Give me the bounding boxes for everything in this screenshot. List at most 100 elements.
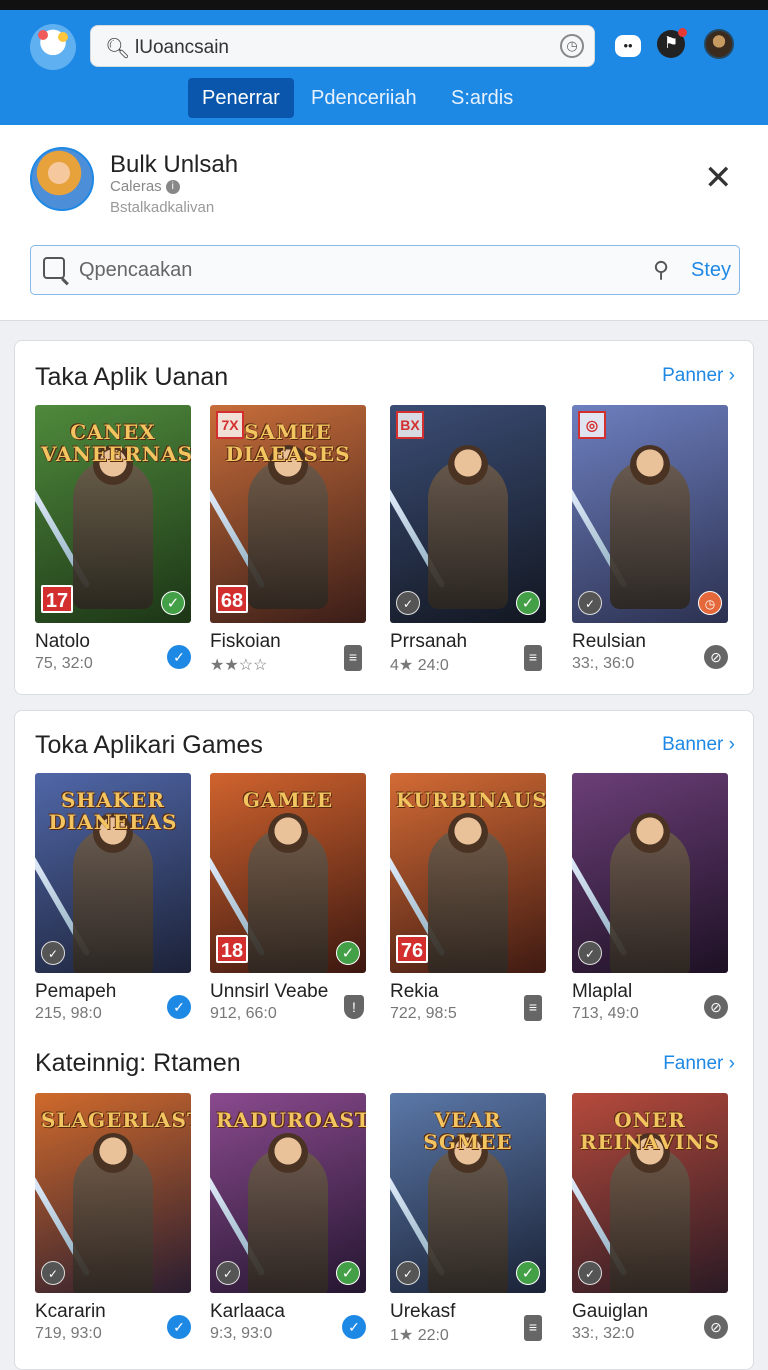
install-check-icon[interactable]: ✓ bbox=[167, 995, 191, 1019]
section-card: Taka Aplik Uanan Panner › CANEX VANEERNA… bbox=[14, 340, 754, 695]
filter-bar[interactable]: Qpencaakan ⚲ Stey bbox=[30, 245, 740, 295]
section-more-link[interactable]: Fanner › bbox=[663, 1053, 735, 1075]
link-icon: ✓ bbox=[396, 1261, 420, 1285]
status-icon: ◷ bbox=[698, 591, 722, 615]
section-more-link[interactable]: Panner › bbox=[662, 365, 735, 387]
link-icon: ✓ bbox=[578, 1261, 602, 1285]
app-meta: 4★ 24:0 bbox=[390, 657, 449, 674]
document-icon[interactable]: ≡ bbox=[524, 995, 542, 1021]
profile-avatar bbox=[30, 147, 94, 211]
install-check-icon[interactable]: ✓ bbox=[342, 1315, 366, 1339]
cover-title: SLAGERLAST bbox=[41, 1108, 191, 1132]
section-more-label: Banner bbox=[662, 734, 724, 755]
close-icon[interactable]: ✕ bbox=[704, 161, 733, 195]
cover-title: ONER REINAVINS bbox=[579, 1108, 721, 1154]
cover-title: VEAR SGMEE bbox=[423, 1108, 513, 1154]
app-name: Prrsanah bbox=[390, 631, 468, 652]
profile-subtitle: Caleras i bbox=[110, 178, 180, 195]
app-cover-image[interactable]: ONER REINAVINS ✓ bbox=[572, 1093, 728, 1293]
app-name: Gauiglan bbox=[572, 1301, 649, 1322]
history-icon[interactable]: ◷ bbox=[560, 34, 584, 58]
verified-icon: ✓ bbox=[336, 941, 360, 965]
magnifier-icon[interactable]: ⚲ bbox=[653, 257, 669, 283]
app-cover-image[interactable]: ◎ ✓ ◷ bbox=[572, 405, 728, 623]
app-cover-image[interactable]: RADUROAST ✓ ✓ bbox=[210, 1093, 366, 1293]
app-name: Unnsirl Veabe bbox=[210, 981, 329, 1002]
app-meta: 33:, 36:0 bbox=[572, 655, 635, 672]
section-more-label: Panner bbox=[662, 365, 724, 386]
cover-corner-badge: 7X bbox=[216, 411, 244, 439]
cover-title: SHAKER DIANEEAS bbox=[48, 788, 178, 834]
document-icon[interactable]: ≡ bbox=[524, 645, 542, 671]
notification-icon[interactable]: ⚑ bbox=[657, 28, 687, 58]
app-name: Rekia bbox=[390, 981, 439, 1002]
info-icon[interactable]: i bbox=[165, 180, 180, 195]
install-check-icon[interactable]: ✓ bbox=[167, 645, 191, 669]
cover-title: RADUROAST bbox=[216, 1108, 366, 1132]
profile-panel: Bulk Unlsah Caleras i Bstalkadkalivan ✕ Q… bbox=[0, 125, 768, 321]
app-name: Fiskoian bbox=[210, 631, 281, 652]
user-avatar[interactable] bbox=[704, 29, 734, 59]
search-input[interactable]: lUoancsain bbox=[135, 37, 229, 59]
app-meta: 75, 32:0 bbox=[35, 655, 93, 672]
link-icon: ✓ bbox=[41, 1261, 65, 1285]
app-cover-image[interactable]: BX ✓ ✓ bbox=[390, 405, 546, 623]
app-cover-image[interactable]: VEAR SGMEE ✓ ✓ bbox=[390, 1093, 546, 1293]
tab-pdenceriiah[interactable]: Pdenceriiah bbox=[297, 78, 431, 118]
link-icon: ✓ bbox=[41, 941, 65, 965]
app-name: Urekasf bbox=[390, 1301, 456, 1322]
status-bar bbox=[0, 0, 768, 10]
filter-button[interactable]: Stey bbox=[691, 259, 731, 282]
app-cover-image[interactable]: SHAKER DIANEEAS ✓ bbox=[35, 773, 191, 973]
app-logo[interactable] bbox=[30, 24, 76, 70]
app-cover-image[interactable]: KURBINAUS 76 bbox=[390, 773, 546, 973]
install-check-icon[interactable]: ✓ bbox=[167, 1315, 191, 1339]
app-name: Kcararin bbox=[35, 1301, 106, 1322]
search-bar[interactable]: 🔍︎ lUoancsain ◷ bbox=[90, 25, 595, 67]
app-cover-image[interactable]: SAMEE DIAEASES 7X 68 bbox=[210, 405, 366, 623]
document-icon[interactable]: ≡ bbox=[524, 1315, 542, 1341]
app-meta: 1★ 22:0 bbox=[390, 1327, 449, 1344]
tab-penerrar[interactable]: Penerrar bbox=[188, 78, 294, 118]
filter-search-icon bbox=[43, 257, 65, 279]
section-title: Toka Aplikari Games bbox=[35, 731, 263, 759]
tab-bar: Penerrar Pdenceriiah S:ardis bbox=[0, 78, 768, 118]
section-more-label: Fanner bbox=[663, 1053, 724, 1074]
blocked-icon[interactable]: ⊘ bbox=[704, 1315, 728, 1339]
document-icon[interactable]: ≡ bbox=[344, 645, 362, 671]
section-card: Toka Aplikari Games Banner › SHAKER DIAN… bbox=[14, 710, 754, 1370]
app-cover-image[interactable]: GAMEE 18 ✓ bbox=[210, 773, 366, 973]
app-meta: 33:, 32:0 bbox=[572, 1325, 635, 1342]
profile-subtitle-secondary: Bstalkadkalivan bbox=[110, 199, 215, 216]
app-meta: 719, 93:0 bbox=[35, 1325, 102, 1342]
app-cover-image[interactable]: SLAGERLAST ✓ bbox=[35, 1093, 191, 1293]
profile-subtitle-text: Caleras bbox=[110, 178, 162, 195]
verified-icon: ✓ bbox=[161, 591, 185, 615]
search-icon: 🔍︎ bbox=[105, 38, 131, 60]
app-name: Pemapeh bbox=[35, 981, 117, 1002]
link-icon: ✓ bbox=[396, 591, 420, 615]
app-meta: 722, 98:5 bbox=[390, 1005, 457, 1022]
filter-input[interactable]: Qpencaakan bbox=[79, 259, 192, 282]
shield-icon[interactable]: ! bbox=[344, 995, 364, 1019]
tab-sardis[interactable]: S:ardis bbox=[437, 78, 527, 118]
verified-icon: ✓ bbox=[516, 1261, 540, 1285]
app-cover-image[interactable]: ✓ bbox=[572, 773, 728, 973]
link-icon: ✓ bbox=[578, 591, 602, 615]
app-name: Mlaplal bbox=[572, 981, 633, 1002]
blocked-icon[interactable]: ⊘ bbox=[704, 645, 728, 669]
blocked-icon[interactable]: ⊘ bbox=[704, 995, 728, 1019]
section-title: Kateinnig: Rtamen bbox=[35, 1049, 241, 1077]
verified-icon: ✓ bbox=[336, 1261, 360, 1285]
cover-title: KURBINAUS bbox=[396, 788, 546, 812]
app-cover-image[interactable]: CANEX VANEERNAS 17 ✓ bbox=[35, 405, 191, 623]
link-icon: ✓ bbox=[216, 1261, 240, 1285]
app-meta: 713, 49:0 bbox=[572, 1005, 639, 1022]
cover-title: GAMEE bbox=[242, 788, 334, 812]
age-rating-badge: 17 bbox=[41, 585, 73, 613]
app-meta: 215, 98:0 bbox=[35, 1005, 102, 1022]
section-more-link[interactable]: Banner › bbox=[662, 734, 735, 756]
app-name: Reulsian bbox=[572, 631, 646, 652]
chat-icon[interactable]: •• bbox=[615, 35, 641, 57]
app-name: Natolo bbox=[35, 631, 90, 652]
